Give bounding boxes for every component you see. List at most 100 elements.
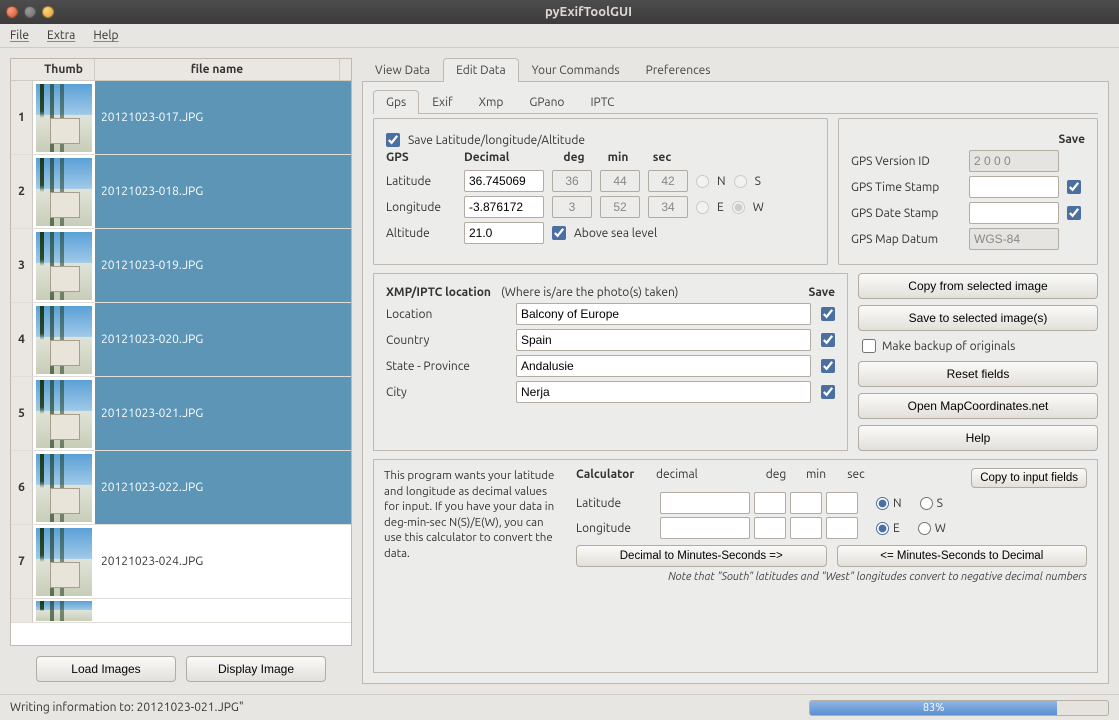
gps-datestamp-input[interactable] bbox=[969, 202, 1059, 224]
lat-deg-input[interactable] bbox=[552, 170, 592, 192]
calc-lat-deg-input[interactable] bbox=[754, 492, 786, 514]
calc-lat-s-radio[interactable] bbox=[920, 497, 933, 510]
lat-decimal-input[interactable] bbox=[464, 170, 544, 192]
lon-label: Longitude bbox=[386, 201, 456, 214]
location-input[interactable] bbox=[516, 303, 811, 325]
lon-e-radio[interactable] bbox=[696, 201, 709, 214]
alt-input[interactable] bbox=[464, 222, 544, 244]
filename-cell[interactable]: 20121023-020.JPG bbox=[95, 303, 351, 376]
calc-lon-dec-input[interactable] bbox=[660, 517, 750, 539]
state-input[interactable] bbox=[516, 355, 811, 377]
calc-lat-n-radio[interactable] bbox=[876, 497, 889, 510]
statusbar: Writing information to: 20121023-021.JPG… bbox=[0, 694, 1119, 720]
lat-min-input[interactable] bbox=[600, 170, 640, 192]
gps-datum-input[interactable] bbox=[969, 228, 1059, 250]
lon-deg-input[interactable] bbox=[552, 196, 592, 218]
filename-cell[interactable]: 20121023-019.JPG bbox=[95, 229, 351, 302]
maximize-icon[interactable] bbox=[42, 6, 54, 18]
filename-cell[interactable]: 20121023-024.JPG bbox=[95, 525, 351, 598]
calc-lat-min-input[interactable] bbox=[790, 492, 822, 514]
thumbnail[interactable] bbox=[33, 451, 95, 524]
gps-timestamp-input[interactable] bbox=[969, 176, 1059, 198]
copy-from-selected-button[interactable]: Copy from selected image bbox=[858, 273, 1098, 299]
tab-edit-data[interactable]: Edit Data bbox=[443, 58, 519, 82]
menu-help[interactable]: Help bbox=[93, 29, 118, 42]
lon-decimal-input[interactable] bbox=[464, 196, 544, 218]
load-images-button[interactable]: Load Images bbox=[36, 656, 176, 682]
thumbnail[interactable] bbox=[33, 303, 95, 376]
table-row[interactable]: 1 20121023-017.JPG bbox=[11, 81, 351, 155]
table-row[interactable]: 4 20121023-020.JPG bbox=[11, 303, 351, 377]
subtab-exif[interactable]: Exif bbox=[419, 90, 465, 114]
tab-your-commands[interactable]: Your Commands bbox=[519, 58, 633, 82]
location-save-checkbox[interactable] bbox=[821, 307, 835, 321]
table-row[interactable]: 3 20121023-019.JPG bbox=[11, 229, 351, 303]
city-input[interactable] bbox=[516, 381, 811, 403]
calc-lon-min-input[interactable] bbox=[790, 517, 822, 539]
xmp-panel: XMP/IPTC location (Where is/are the phot… bbox=[373, 273, 848, 451]
lat-s-radio[interactable] bbox=[734, 175, 747, 188]
gps-timestamp-checkbox[interactable] bbox=[1067, 180, 1081, 194]
city-save-checkbox[interactable] bbox=[821, 385, 835, 399]
tab-preferences[interactable]: Preferences bbox=[633, 58, 724, 82]
alt-label: Altitude bbox=[386, 227, 456, 240]
country-save-checkbox[interactable] bbox=[821, 333, 835, 347]
save-to-selected-button[interactable]: Save to selected image(s) bbox=[858, 305, 1098, 331]
thumbnail[interactable] bbox=[33, 81, 95, 154]
col-filename[interactable]: file name bbox=[95, 59, 339, 80]
display-image-button[interactable]: Display Image bbox=[186, 656, 326, 682]
open-mapcoords-button[interactable]: Open MapCoordinates.net bbox=[858, 393, 1098, 419]
thumbnail[interactable] bbox=[33, 525, 95, 598]
state-save-checkbox[interactable] bbox=[821, 359, 835, 373]
lat-sec-input[interactable] bbox=[648, 170, 688, 192]
filename-cell[interactable]: 20121023-022.JPG bbox=[95, 451, 351, 524]
subtab-gpano[interactable]: GPano bbox=[516, 90, 577, 114]
row-index: 5 bbox=[11, 377, 33, 450]
calc-lon-e-radio[interactable] bbox=[876, 522, 889, 535]
tab-view-data[interactable]: View Data bbox=[362, 58, 443, 82]
calculator-panel: This program wants your latitude and lon… bbox=[373, 459, 1098, 673]
minimize-icon[interactable] bbox=[24, 6, 36, 18]
menu-extra[interactable]: Extra bbox=[47, 29, 75, 42]
status-text: Writing information to: 20121023-021.JPG… bbox=[10, 701, 799, 714]
table-row[interactable]: 5 20121023-021.JPG bbox=[11, 377, 351, 451]
lon-sec-input[interactable] bbox=[648, 196, 688, 218]
copy-to-input-fields-button[interactable]: Copy to input fields bbox=[971, 468, 1087, 488]
gps-save-panel: Save GPS Version ID GPS Time Stamp GPS D… bbox=[838, 118, 1098, 265]
table-row[interactable]: 2 20121023-018.JPG bbox=[11, 155, 351, 229]
calc-lon-w-radio[interactable] bbox=[918, 522, 931, 535]
lon-min-input[interactable] bbox=[600, 196, 640, 218]
thumbnail[interactable] bbox=[33, 155, 95, 228]
table-row[interactable]: 7 20121023-024.JPG bbox=[11, 525, 351, 599]
country-input[interactable] bbox=[516, 329, 811, 351]
calc-note: Note that "South" latitudes and "West" l… bbox=[576, 571, 1087, 583]
help-button[interactable]: Help bbox=[858, 425, 1098, 451]
calc-lon-sec-input[interactable] bbox=[826, 517, 858, 539]
filename-cell[interactable]: 20121023-021.JPG bbox=[95, 377, 351, 450]
reset-fields-button[interactable]: Reset fields bbox=[858, 361, 1098, 387]
lat-n-radio[interactable] bbox=[696, 175, 709, 188]
dms-to-decimal-button[interactable]: <= Minutes-Seconds to Decimal bbox=[837, 545, 1088, 567]
calc-lon-deg-input[interactable] bbox=[754, 517, 786, 539]
close-icon[interactable] bbox=[6, 6, 18, 18]
thumbnail[interactable] bbox=[33, 377, 95, 450]
gps-datestamp-checkbox[interactable] bbox=[1067, 206, 1081, 220]
thumbnail[interactable] bbox=[33, 229, 95, 302]
row-index: 3 bbox=[11, 229, 33, 302]
gps-version-input[interactable] bbox=[969, 150, 1059, 172]
filename-cell[interactable]: 20121023-018.JPG bbox=[95, 155, 351, 228]
backup-checkbox[interactable] bbox=[862, 339, 876, 353]
col-thumb[interactable]: Thumb bbox=[33, 59, 95, 80]
subtab-xmp[interactable]: Xmp bbox=[466, 90, 517, 114]
calc-lat-sec-input[interactable] bbox=[826, 492, 858, 514]
above-sea-checkbox[interactable] bbox=[552, 226, 566, 240]
calc-lat-dec-input[interactable] bbox=[660, 492, 750, 514]
filename-cell[interactable]: 20121023-017.JPG bbox=[95, 81, 351, 154]
subtab-gps[interactable]: Gps bbox=[373, 90, 419, 114]
decimal-to-dms-button[interactable]: Decimal to Minutes-Seconds => bbox=[576, 545, 827, 567]
save-latlon-checkbox[interactable] bbox=[386, 133, 400, 147]
lon-w-radio[interactable] bbox=[732, 201, 745, 214]
menu-file[interactable]: File bbox=[10, 29, 29, 42]
table-row[interactable]: 6 20121023-022.JPG bbox=[11, 451, 351, 525]
subtab-iptc[interactable]: IPTC bbox=[577, 90, 627, 114]
